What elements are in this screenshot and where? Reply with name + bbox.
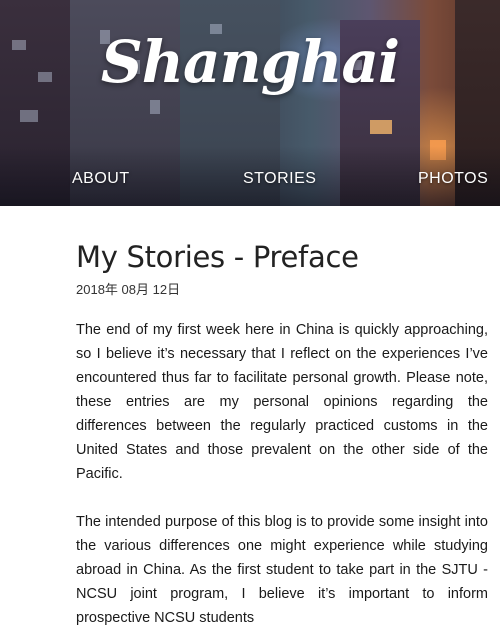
lit-window xyxy=(370,120,392,134)
hero-banner: Shanghai ABOUT STORIES PHOTOS xyxy=(0,0,500,206)
nav-stories-link[interactable]: STORIES xyxy=(243,170,316,188)
post-paragraph: The intended purpose of this blog is to … xyxy=(76,514,488,626)
site-logo[interactable]: Shanghai xyxy=(0,28,500,96)
window xyxy=(20,110,38,122)
post-content: My Stories - Preface 2018年 08月 12日 The e… xyxy=(76,206,488,630)
nav-about-link[interactable]: ABOUT xyxy=(72,170,130,188)
window xyxy=(150,100,160,114)
post-date: 2018年 08月 12日 xyxy=(76,282,181,297)
nav-photos-link[interactable]: PHOTOS xyxy=(418,170,488,188)
post-paragraph: The end of my first week here in China i… xyxy=(76,322,488,482)
post-title: My Stories - Preface xyxy=(76,240,359,274)
